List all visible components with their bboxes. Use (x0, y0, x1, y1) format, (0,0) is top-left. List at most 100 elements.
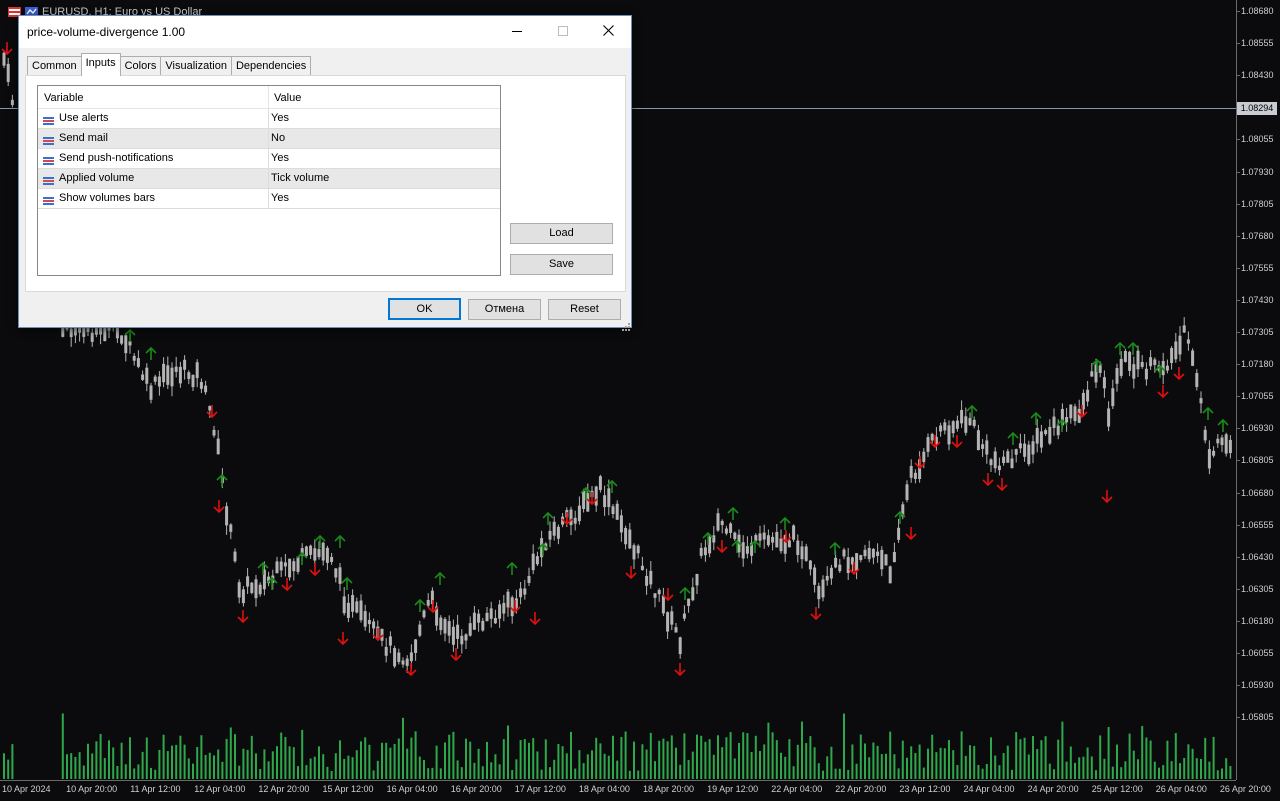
volume-bar (477, 748, 480, 779)
price-axis-tick (1237, 332, 1240, 333)
candle-body (313, 548, 317, 561)
input-row-use-alerts[interactable]: Use alerts Yes (38, 109, 500, 129)
candle-body (1039, 431, 1043, 448)
candle-body (699, 547, 703, 556)
candle-body (1207, 449, 1211, 469)
volume-bar (456, 760, 459, 779)
tab-visualization[interactable]: Visualization (160, 56, 232, 76)
volume-bar (784, 756, 787, 779)
volume-bar (486, 741, 488, 779)
volume-bar (292, 747, 295, 779)
price-axis-label: 1.07180 (1241, 359, 1274, 370)
volume-bar (544, 739, 547, 779)
candle-body (388, 636, 392, 646)
input-row-show-volumes-bars[interactable]: Show volumes bars Yes (38, 189, 500, 209)
input-value[interactable]: Yes (271, 152, 289, 164)
volume-bar (511, 770, 514, 779)
time-axis[interactable]: 10 Apr 2024 10 Apr 20:00 11 Apr 12:00 12 Ap… (0, 780, 1271, 801)
candle-body (1224, 434, 1228, 454)
input-value[interactable]: Yes (271, 112, 289, 124)
dialog-titlebar[interactable]: price-volume-divergence 1.00 (19, 16, 631, 48)
candle-body (615, 503, 619, 520)
volume-bar (196, 747, 199, 779)
volume-bar (948, 740, 950, 779)
tab-common[interactable]: Common (27, 56, 82, 76)
candle-body (569, 509, 573, 526)
candle-body (409, 652, 413, 662)
sell-signal-arrow-icon (905, 527, 917, 541)
volume-bar (124, 764, 127, 779)
sell-signal-arrow-icon (996, 478, 1008, 492)
volume-bar (528, 742, 530, 779)
input-row-applied-volume[interactable]: Applied volume Tick volume (38, 169, 500, 189)
price-axis-label: 1.08055 (1241, 134, 1274, 145)
variable-column-header[interactable]: Variable (44, 92, 84, 104)
candle-body (1102, 377, 1106, 389)
row-divider (268, 149, 269, 168)
candle-body (351, 595, 355, 612)
load-button[interactable]: Load (510, 223, 613, 244)
candle-body (124, 335, 128, 354)
tab-colors[interactable]: Colors (119, 56, 162, 76)
candle-body (733, 532, 737, 540)
input-value[interactable]: Tick volume (271, 172, 329, 184)
candle-body (640, 565, 644, 571)
candle-body (661, 595, 665, 614)
volume-bar (813, 747, 816, 779)
volume-bar (1145, 737, 1148, 779)
candle-body (842, 549, 846, 557)
time-axis-label: 10 Apr 20:00 (66, 784, 118, 794)
input-value[interactable]: Yes (271, 192, 289, 204)
maximize-button[interactable] (540, 16, 586, 48)
input-row-send-mail[interactable]: Send mail No (38, 129, 500, 149)
volume-bar (868, 757, 871, 779)
input-row-send-push-notifications[interactable]: Send push-notifications Yes (38, 149, 500, 169)
volume-bar (334, 753, 337, 779)
price-axis-label: 1.07555 (1241, 262, 1274, 273)
candle-body (598, 476, 602, 490)
volume-bar (654, 761, 656, 779)
volume-bar (1078, 757, 1081, 779)
candle-body (556, 526, 560, 539)
volume-bar (759, 751, 761, 779)
reset-button[interactable]: Reset (548, 299, 621, 320)
input-value[interactable]: No (271, 132, 285, 144)
candle-body (855, 553, 859, 571)
minimize-button[interactable] (494, 16, 540, 48)
buy-signal-arrow-icon (727, 506, 739, 520)
inputs-grid[interactable]: Variable Value Use alerts Yes Send mail … (37, 85, 501, 276)
volume-bar (1019, 739, 1022, 779)
volume-bar (78, 752, 81, 779)
candle-body (225, 506, 229, 526)
close-button[interactable] (585, 16, 631, 48)
price-axis-label: 1.06555 (1241, 519, 1274, 530)
volume-bar (935, 752, 938, 779)
volume-bar (238, 765, 241, 779)
save-button[interactable]: Save (510, 254, 613, 275)
cancel-button[interactable]: Отмена (468, 299, 541, 320)
candle-body (1111, 388, 1115, 407)
volume-bar (519, 740, 522, 779)
price-axis[interactable]: 1.086801.085551.084301.081801.080551.079… (1236, 0, 1280, 780)
price-axis-tick (1237, 75, 1240, 77)
price-axis-label: 1.08430 (1241, 70, 1274, 81)
candle-body (821, 579, 825, 598)
ok-button[interactable]: OK (388, 298, 461, 320)
candle-body (1136, 350, 1140, 370)
candle-body (145, 367, 149, 384)
volume-bar (910, 746, 913, 779)
column-divider[interactable] (268, 86, 269, 108)
volume-bar (1124, 761, 1127, 779)
tab-dependencies[interactable]: Dependencies (230, 56, 312, 76)
candle-body (90, 332, 94, 342)
price-axis-tick (1237, 139, 1240, 141)
candle-body (1144, 368, 1148, 380)
candle-body (288, 558, 292, 578)
volume-bar (775, 740, 778, 779)
volume-bar (1099, 735, 1102, 779)
volume-bar (893, 754, 896, 779)
value-column-header[interactable]: Value (274, 92, 301, 104)
tab-inputs[interactable]: Inputs (80, 53, 121, 76)
resize-grip-icon[interactable] (622, 318, 630, 331)
volume-bar (557, 743, 560, 779)
